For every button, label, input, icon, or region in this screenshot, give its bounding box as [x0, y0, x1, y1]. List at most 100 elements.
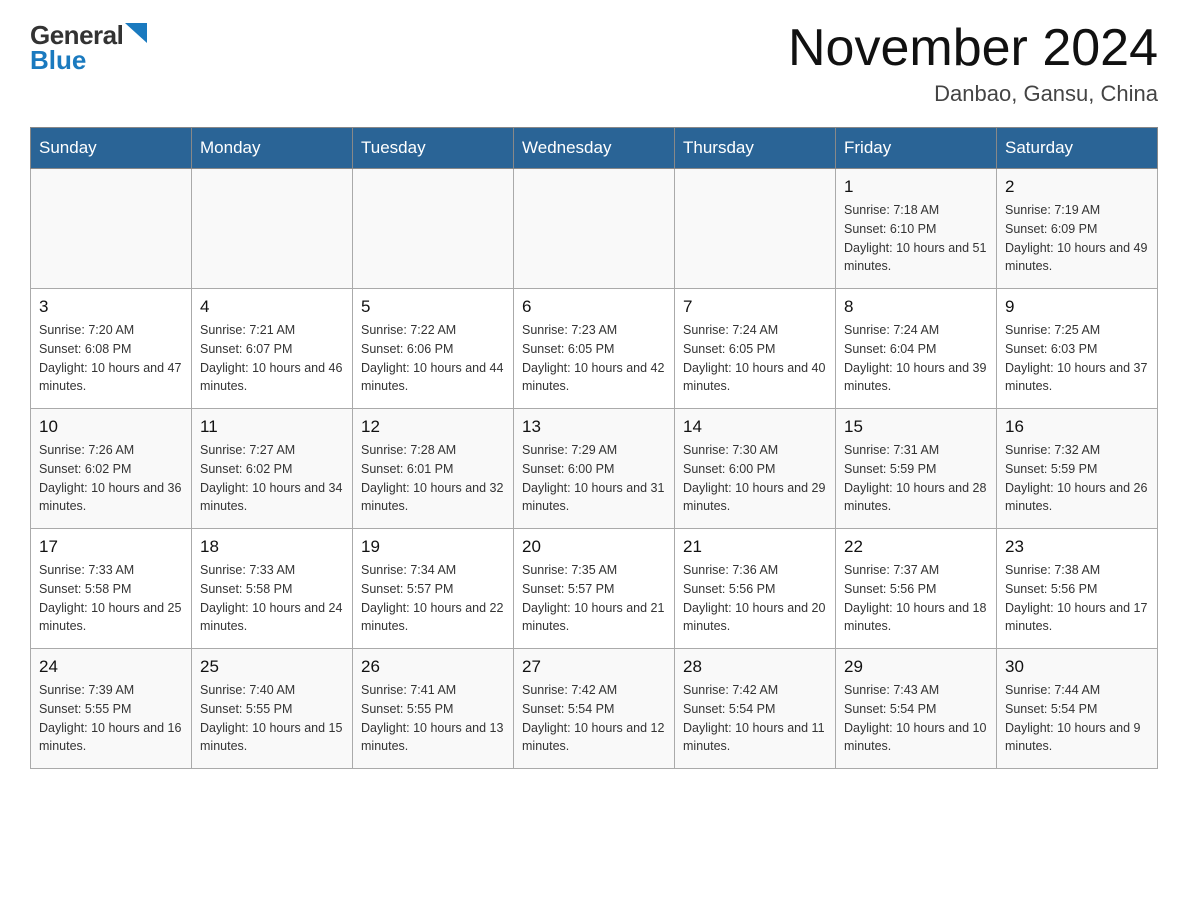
day-number: 27 — [522, 657, 666, 677]
day-info: Sunrise: 7:30 AMSunset: 6:00 PMDaylight:… — [683, 441, 827, 516]
calendar-cell: 19Sunrise: 7:34 AMSunset: 5:57 PMDayligh… — [353, 529, 514, 649]
calendar-cell: 18 Sunrise: 7:33 AMSunset: 5:58 PMDayligh… — [192, 529, 353, 649]
calendar-cell — [353, 169, 514, 289]
day-info: Sunrise: 7:26 AMSunset: 6:02 PMDaylight:… — [39, 441, 183, 516]
day-number: 28 — [683, 657, 827, 677]
day-number: 9 — [1005, 297, 1149, 317]
calendar-cell: 3Sunrise: 7:20 AMSunset: 6:08 PMDaylight… — [31, 289, 192, 409]
calendar-cell: 26Sunrise: 7:41 AMSunset: 5:55 PMDayligh… — [353, 649, 514, 769]
day-number: 8 — [844, 297, 988, 317]
day-number: 22 — [844, 537, 988, 557]
calendar-cell: 4 Sunrise: 7:21 AMSunset: 6:07 PMDaylight… — [192, 289, 353, 409]
day-info: Sunrise: 7:18 AMSunset: 6:10 PMDaylight:… — [844, 201, 988, 276]
week-row-4: 17Sunrise: 7:33 AMSunset: 5:58 PMDayligh… — [31, 529, 1158, 649]
logo-blue-text: Blue — [30, 45, 86, 76]
day-info: Sunrise: 7:31 AMSunset: 5:59 PMDaylight:… — [844, 441, 988, 516]
day-info: Sunrise: 7:27 AMSunset: 6:02 PMDaylight:… — [200, 441, 344, 516]
week-row-5: 24 Sunrise: 7:39 AMSunset: 5:55 PMDayligh… — [31, 649, 1158, 769]
day-info: Sunrise: 7:35 AMSunset: 5:57 PMDaylight:… — [522, 561, 666, 636]
day-info: Sunrise: 7:37 AMSunset: 5:56 PMDaylight:… — [844, 561, 988, 636]
weekday-header-sunday: Sunday — [31, 128, 192, 169]
calendar-cell: 14 Sunrise: 7:30 AMSunset: 6:00 PMDayligh… — [675, 409, 836, 529]
day-number: 10 — [39, 417, 183, 437]
logo: General Blue — [30, 20, 147, 76]
calendar-cell: 11 Sunrise: 7:27 AMSunset: 6:02 PMDayligh… — [192, 409, 353, 529]
calendar-cell: 24 Sunrise: 7:39 AMSunset: 5:55 PMDayligh… — [31, 649, 192, 769]
day-info: Sunrise: 7:32 AMSunset: 5:59 PMDaylight:… — [1005, 441, 1149, 516]
weekday-header-tuesday: Tuesday — [353, 128, 514, 169]
calendar-table: SundayMondayTuesdayWednesdayThursdayFrid… — [30, 127, 1158, 769]
calendar-cell: 10 Sunrise: 7:26 AMSunset: 6:02 PMDayligh… — [31, 409, 192, 529]
day-number: 2 — [1005, 177, 1149, 197]
calendar-cell: 30Sunrise: 7:44 AMSunset: 5:54 PMDayligh… — [997, 649, 1158, 769]
calendar-cell: 2 Sunrise: 7:19 AMSunset: 6:09 PMDaylight… — [997, 169, 1158, 289]
day-info: Sunrise: 7:33 AMSunset: 5:58 PMDaylight:… — [39, 561, 183, 636]
weekday-header-row: SundayMondayTuesdayWednesdayThursdayFrid… — [31, 128, 1158, 169]
day-info: Sunrise: 7:20 AMSunset: 6:08 PMDaylight:… — [39, 321, 183, 396]
day-number: 5 — [361, 297, 505, 317]
month-title: November 2024 — [788, 20, 1158, 77]
day-info: Sunrise: 7:39 AMSunset: 5:55 PMDaylight:… — [39, 681, 183, 756]
location-title: Danbao, Gansu, China — [788, 81, 1158, 107]
day-info: Sunrise: 7:21 AMSunset: 6:07 PMDaylight:… — [200, 321, 344, 396]
weekday-header-wednesday: Wednesday — [514, 128, 675, 169]
calendar-cell — [675, 169, 836, 289]
calendar-cell: 16 Sunrise: 7:32 AMSunset: 5:59 PMDayligh… — [997, 409, 1158, 529]
calendar-cell: 9 Sunrise: 7:25 AMSunset: 6:03 PMDaylight… — [997, 289, 1158, 409]
calendar-cell: 23 Sunrise: 7:38 AMSunset: 5:56 PMDayligh… — [997, 529, 1158, 649]
weekday-header-friday: Friday — [836, 128, 997, 169]
day-info: Sunrise: 7:36 AMSunset: 5:56 PMDaylight:… — [683, 561, 827, 636]
weekday-header-saturday: Saturday — [997, 128, 1158, 169]
day-info: Sunrise: 7:42 AMSunset: 5:54 PMDaylight:… — [522, 681, 666, 756]
logo-arrow-icon — [125, 23, 147, 43]
week-row-1: 1 Sunrise: 7:18 AMSunset: 6:10 PMDaylight… — [31, 169, 1158, 289]
weekday-header-thursday: Thursday — [675, 128, 836, 169]
day-number: 21 — [683, 537, 827, 557]
day-number: 30 — [1005, 657, 1149, 677]
day-info: Sunrise: 7:28 AMSunset: 6:01 PMDaylight:… — [361, 441, 505, 516]
calendar-cell — [192, 169, 353, 289]
day-number: 1 — [844, 177, 988, 197]
day-info: Sunrise: 7:24 AMSunset: 6:04 PMDaylight:… — [844, 321, 988, 396]
calendar-cell: 12 Sunrise: 7:28 AMSunset: 6:01 PMDayligh… — [353, 409, 514, 529]
calendar-cell: 5Sunrise: 7:22 AMSunset: 6:06 PMDaylight… — [353, 289, 514, 409]
day-number: 13 — [522, 417, 666, 437]
day-number: 25 — [200, 657, 344, 677]
day-info: Sunrise: 7:23 AMSunset: 6:05 PMDaylight:… — [522, 321, 666, 396]
day-info: Sunrise: 7:25 AMSunset: 6:03 PMDaylight:… — [1005, 321, 1149, 396]
day-number: 7 — [683, 297, 827, 317]
day-info: Sunrise: 7:43 AMSunset: 5:54 PMDaylight:… — [844, 681, 988, 756]
day-info: Sunrise: 7:29 AMSunset: 6:00 PMDaylight:… — [522, 441, 666, 516]
calendar-cell: 25 Sunrise: 7:40 AMSunset: 5:55 PMDayligh… — [192, 649, 353, 769]
day-info: Sunrise: 7:40 AMSunset: 5:55 PMDaylight:… — [200, 681, 344, 756]
calendar-cell — [514, 169, 675, 289]
day-number: 14 — [683, 417, 827, 437]
calendar-cell: 13 Sunrise: 7:29 AMSunset: 6:00 PMDayligh… — [514, 409, 675, 529]
weekday-header-monday: Monday — [192, 128, 353, 169]
title-area: November 2024 Danbao, Gansu, China — [788, 20, 1158, 107]
day-number: 16 — [1005, 417, 1149, 437]
calendar-cell: 7 Sunrise: 7:24 AMSunset: 6:05 PMDaylight… — [675, 289, 836, 409]
calendar-cell: 21 Sunrise: 7:36 AMSunset: 5:56 PMDayligh… — [675, 529, 836, 649]
day-number: 24 — [39, 657, 183, 677]
day-info: Sunrise: 7:24 AMSunset: 6:05 PMDaylight:… — [683, 321, 827, 396]
day-number: 12 — [361, 417, 505, 437]
day-number: 6 — [522, 297, 666, 317]
day-number: 23 — [1005, 537, 1149, 557]
day-info: Sunrise: 7:42 AMSunset: 5:54 PMDaylight:… — [683, 681, 827, 756]
day-number: 29 — [844, 657, 988, 677]
day-number: 4 — [200, 297, 344, 317]
calendar-cell: 27 Sunrise: 7:42 AMSunset: 5:54 PMDayligh… — [514, 649, 675, 769]
calendar-cell: 8 Sunrise: 7:24 AMSunset: 6:04 PMDaylight… — [836, 289, 997, 409]
day-info: Sunrise: 7:33 AMSunset: 5:58 PMDaylight:… — [200, 561, 344, 636]
day-number: 15 — [844, 417, 988, 437]
calendar-cell: 1 Sunrise: 7:18 AMSunset: 6:10 PMDaylight… — [836, 169, 997, 289]
header: General Blue November 2024 Danbao, Gansu… — [30, 20, 1158, 107]
calendar-cell: 17Sunrise: 7:33 AMSunset: 5:58 PMDayligh… — [31, 529, 192, 649]
calendar-cell: 15 Sunrise: 7:31 AMSunset: 5:59 PMDayligh… — [836, 409, 997, 529]
day-number: 11 — [200, 417, 344, 437]
day-info: Sunrise: 7:38 AMSunset: 5:56 PMDaylight:… — [1005, 561, 1149, 636]
day-info: Sunrise: 7:41 AMSunset: 5:55 PMDaylight:… — [361, 681, 505, 756]
day-number: 18 — [200, 537, 344, 557]
day-info: Sunrise: 7:19 AMSunset: 6:09 PMDaylight:… — [1005, 201, 1149, 276]
